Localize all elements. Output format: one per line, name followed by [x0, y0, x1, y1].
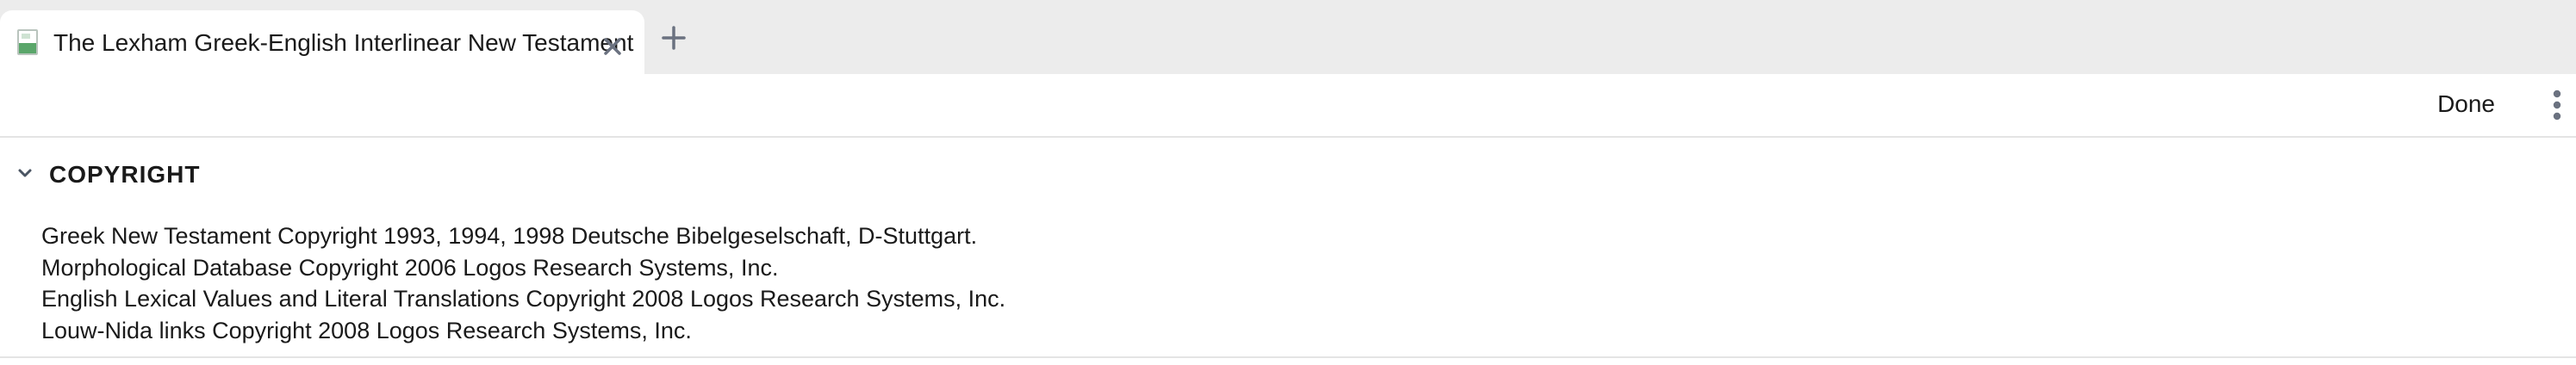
close-icon[interactable] — [603, 37, 622, 56]
section-title: COPYRIGHT — [49, 161, 201, 188]
copyright-section-header[interactable]: COPYRIGHT — [0, 158, 517, 193]
copyright-text: Greek New Testament Copyright 1993, 1994… — [41, 220, 1005, 346]
done-button[interactable]: Done — [2437, 90, 2495, 119]
book-icon — [17, 29, 38, 55]
divider — [0, 356, 2576, 358]
copyright-line: Louw-Nida links Copyright 2008 Logos Res… — [41, 317, 692, 343]
copyright-line: Morphological Database Copyright 2006 Lo… — [41, 254, 779, 281]
copyright-line: Greek New Testament Copyright 1993, 1994… — [41, 223, 978, 249]
toolbar: Done — [0, 74, 2576, 138]
tab-bar: The Lexham Greek-English Interlinear New… — [0, 0, 2576, 74]
tab-active[interactable]: The Lexham Greek-English Interlinear New… — [0, 10, 644, 74]
vertical-ellipsis-icon[interactable] — [2552, 90, 2562, 121]
chevron-down-icon[interactable] — [17, 167, 33, 179]
tab-title: The Lexham Greek-English Interlinear New… — [53, 29, 634, 56]
plus-icon[interactable] — [662, 26, 686, 50]
copyright-line: English Lexical Values and Literal Trans… — [41, 286, 1006, 312]
